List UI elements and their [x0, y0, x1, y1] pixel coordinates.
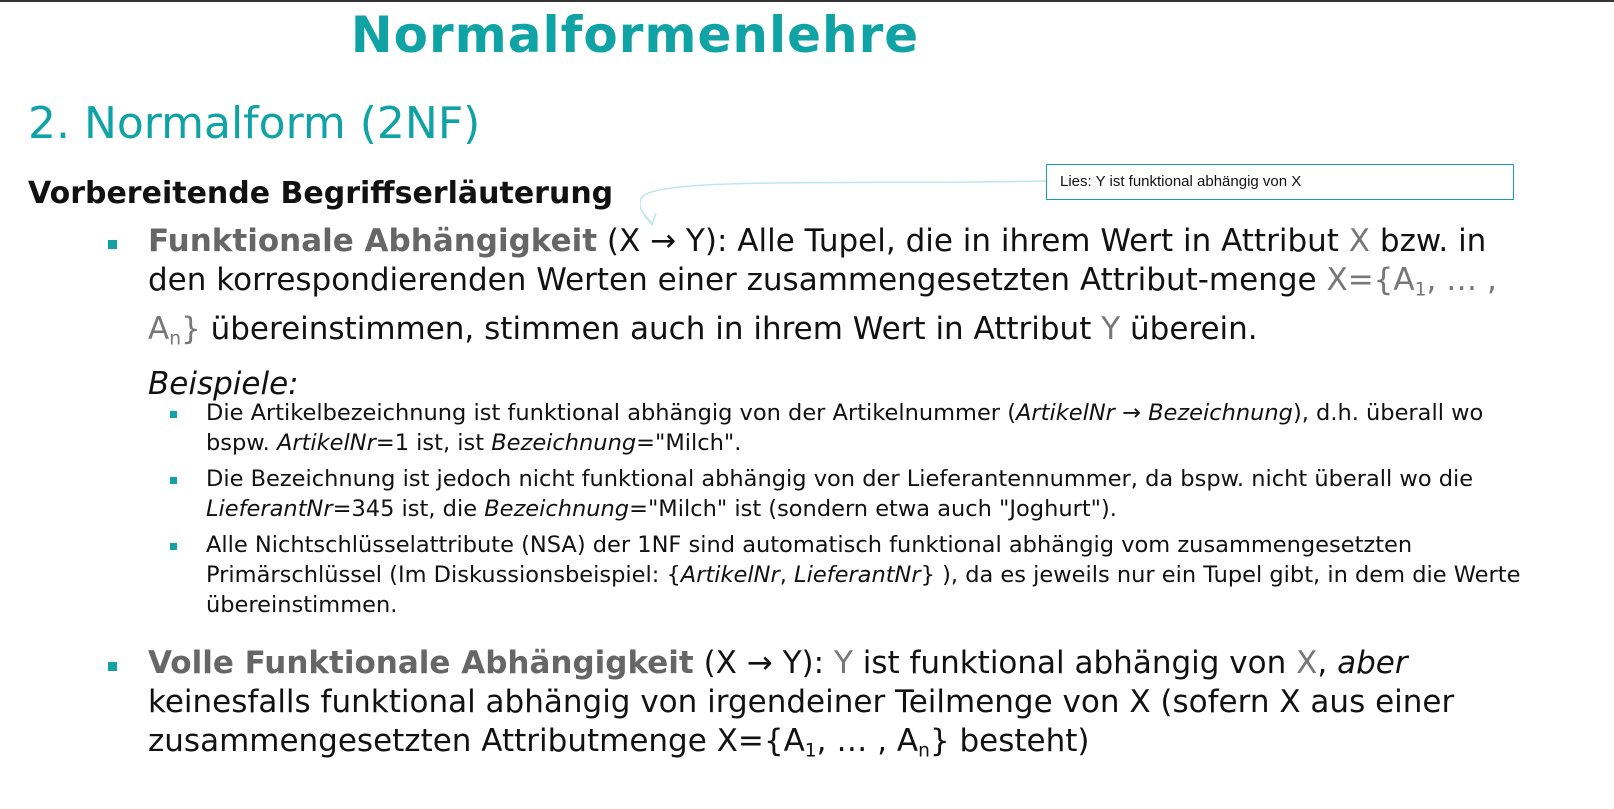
- bullet-marker: [108, 240, 117, 249]
- text-segment: X={A: [1326, 262, 1415, 298]
- text-segment: überein.: [1120, 310, 1258, 347]
- text-segment: =1 ist, ist: [375, 430, 492, 456]
- attribute-name: ArtikelNr: [276, 430, 376, 456]
- text-segment: }: [181, 310, 201, 347]
- sub-bullet-marker: [170, 477, 177, 484]
- text-segment: ist funktional abhängig von: [852, 645, 1297, 681]
- term-label: Volle Funktionale Abhängigkeit: [148, 645, 694, 681]
- text-segment: } besteht): [929, 723, 1090, 759]
- callout-text: Lies: Y ist funktional abhängig von X: [1060, 173, 1302, 190]
- subscript: 1: [804, 740, 817, 762]
- var-x: X: [1348, 223, 1371, 259]
- var-x: X: [1296, 645, 1318, 681]
- example-item: Die Artikelbezeichnung ist funktional ab…: [206, 398, 1546, 458]
- example-item: Alle Nichtschlüsselattribute (NSA) der 1…: [206, 530, 1546, 620]
- subscript: n: [169, 328, 182, 350]
- attribute-name: Bezeichnung: [491, 430, 637, 456]
- text-segment: →: [1114, 400, 1149, 426]
- attribute-name: Bezeichnung: [484, 496, 630, 522]
- var-y: Y: [1101, 310, 1121, 347]
- text-segment: keinesfalls funktional abhängig von irge…: [148, 684, 1455, 759]
- var-y: Y: [833, 645, 853, 681]
- page-title: Normalformenlehre: [350, 6, 920, 64]
- text-segment: Die Bezeichnung ist jedoch nicht funktio…: [206, 466, 1474, 492]
- attribute-name: ArtikelNr: [1015, 400, 1115, 426]
- callout-box: Lies: Y ist funktional abhängig von X: [1046, 164, 1514, 200]
- top-border-line: [0, 0, 1614, 2]
- definition-functional-dependency: Funktionale Abhängigkeit (X → Y): Alle T…: [148, 222, 1538, 358]
- attribute-name: LieferantNr: [206, 496, 333, 522]
- term-label: Funktionale Abhängigkeit: [148, 223, 598, 259]
- definition-full-functional-dependency: Volle Funktionale Abhängigkeit (X → Y): …: [148, 644, 1538, 771]
- sub-bullet-marker: [170, 543, 177, 550]
- bullet-marker: [108, 662, 117, 671]
- text-segment: ,: [779, 562, 795, 588]
- text-segment: ="Milch".: [636, 430, 742, 456]
- text-segment: ,: [1317, 645, 1338, 681]
- text-segment: ="Milch" ist (sondern etwa auch "Joghurt…: [629, 496, 1117, 522]
- emphasis: aber: [1337, 645, 1408, 681]
- attribute-name: LieferantNr: [794, 562, 921, 588]
- slide-subtitle: 2. Normalform (2NF): [28, 98, 481, 149]
- subscript: 1: [1414, 279, 1427, 301]
- attribute-name: ArtikelNr: [680, 562, 780, 588]
- text-segment: , … , A: [816, 723, 919, 759]
- examples-label: Beispiele:: [148, 366, 299, 402]
- sub-bullet-marker: [170, 411, 177, 418]
- section-heading: Vorbereitende Begriffserläuterung: [28, 176, 614, 211]
- subscript: n: [918, 740, 930, 762]
- attribute-name: Bezeichnung: [1148, 400, 1293, 426]
- text-segment: (X → Y): Alle Tupel, die in ihrem Wert i…: [597, 223, 1349, 259]
- text-segment: Die Artikelbezeichnung ist funktional ab…: [206, 400, 1016, 426]
- text-segment: übereinstimmen, stimmen auch in ihrem We…: [200, 310, 1102, 347]
- example-item: Die Bezeichnung ist jedoch nicht funktio…: [206, 464, 1546, 524]
- text-segment: =345 ist, die: [332, 496, 485, 522]
- text-segment: (X → Y):: [693, 645, 834, 681]
